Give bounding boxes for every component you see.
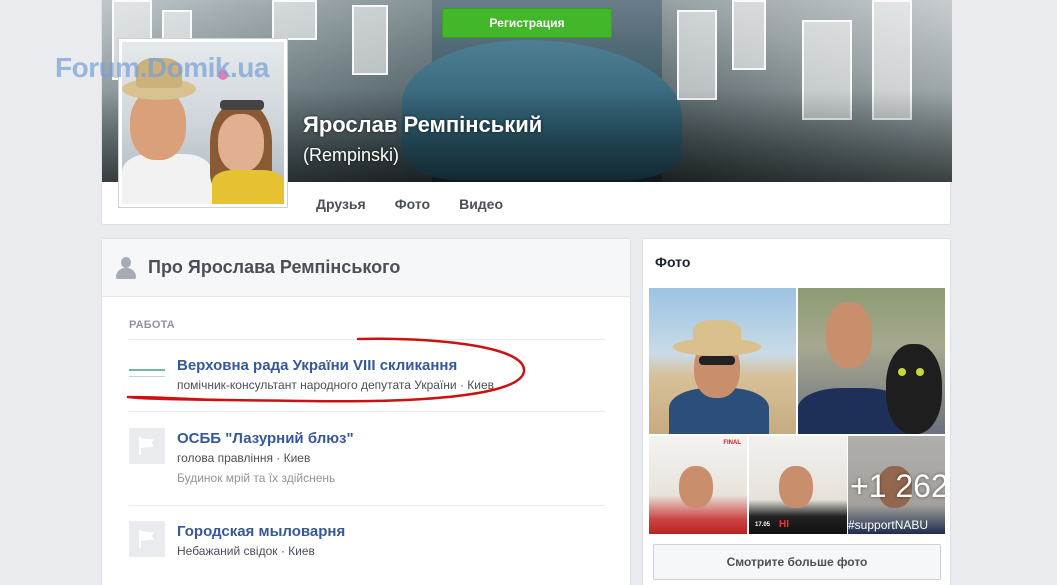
avatar-figure [212,170,284,204]
photo-thumbnail[interactable]: 17.05 НІ [749,436,847,534]
about-header: Про Ярослава Ремпінського [102,239,630,297]
parliament-logo-icon [129,369,165,377]
avatar-figure [130,90,186,160]
cat-eye [898,368,906,376]
photo-thumbnail[interactable] [649,288,796,434]
flag-icon [139,437,155,455]
about-card: Про Ярослава Ремпінського РАБОТА Верховн… [101,238,631,585]
cover-building [732,0,766,70]
organization-logo[interactable] [129,521,165,557]
photo-figure [779,466,813,508]
sunglasses-icon [699,356,735,365]
flag-icon [139,530,155,548]
photo-thumbnail-more[interactable]: +1 262 #supportNABU [848,436,945,534]
photo-thumbnail[interactable] [798,288,945,434]
work-subtitle: помічник-консультант народного депутата … [177,378,495,392]
photos-title: Фото [655,254,691,270]
work-subtitle: Небажаний свідок · Киев [177,544,315,558]
profile-tabs: Друзья Фото Видео [302,182,532,225]
organization-logo[interactable] [129,355,165,391]
avatar-figure [218,114,264,172]
cover-building [272,0,317,40]
work-subtitle: голова правління · Киев [177,451,311,465]
divider [129,505,605,506]
tab-photos[interactable]: Фото [395,196,430,212]
work-description: Будинок мрій та їх здійснень [177,471,336,485]
about-title: Про Ярослава Ремпінського [148,257,401,277]
photo-hat [693,320,741,346]
work-name[interactable]: Верховна рада України VIII скликання [177,357,457,374]
work-name[interactable]: ОСББ "Лазурний блюз" [177,430,354,447]
cat-icon [886,344,942,434]
work-name[interactable]: Городская мыловарня [177,523,345,540]
organization-logo[interactable] [129,428,165,464]
photos-card: Фото FINAL 17.05 НІ +1 262 #supportNABU … [642,238,951,585]
profile-header: Регистрация Ярослав Ремпінський (Rempins… [101,0,952,225]
cover-building [677,10,717,100]
avatar-figure [122,154,212,204]
thumb-label: FINAL [723,440,741,446]
more-photos-count: +1 262 [850,468,945,504]
work-item: Верховна рада України VIII скликання пом… [129,355,605,425]
register-button[interactable]: Регистрация [442,8,612,38]
profile-alternate-name: (Rempinski) [303,145,400,165]
work-item: ОСББ "Лазурний блюз" голова правління · … [129,428,605,498]
forum-watermark: Forum.Domik.ua [55,52,269,83]
work-item: Городская мыловарня Небажаний свідок · К… [129,521,605,585]
tab-friends[interactable]: Друзья [302,196,366,212]
photo-hashtag: #supportNABU [848,518,929,532]
profile-name[interactable]: Ярослав Ремпінський [303,112,542,138]
cover-building [352,5,388,75]
divider [129,411,605,412]
divider [129,339,605,340]
avatar-sunglasses [220,100,264,110]
cat-eye [916,368,924,376]
see-more-photos-button[interactable]: Смотрите больше фото [653,544,941,580]
thumb-label: НІ [779,519,789,530]
photo-figure [679,466,713,508]
thumb-label: 17.05 [755,522,771,528]
person-icon [116,256,136,279]
tab-videos[interactable]: Видео [459,196,503,212]
photo-figure [826,302,872,368]
work-section-label: РАБОТА [129,319,175,331]
photo-thumbnail[interactable]: FINAL [649,436,747,534]
